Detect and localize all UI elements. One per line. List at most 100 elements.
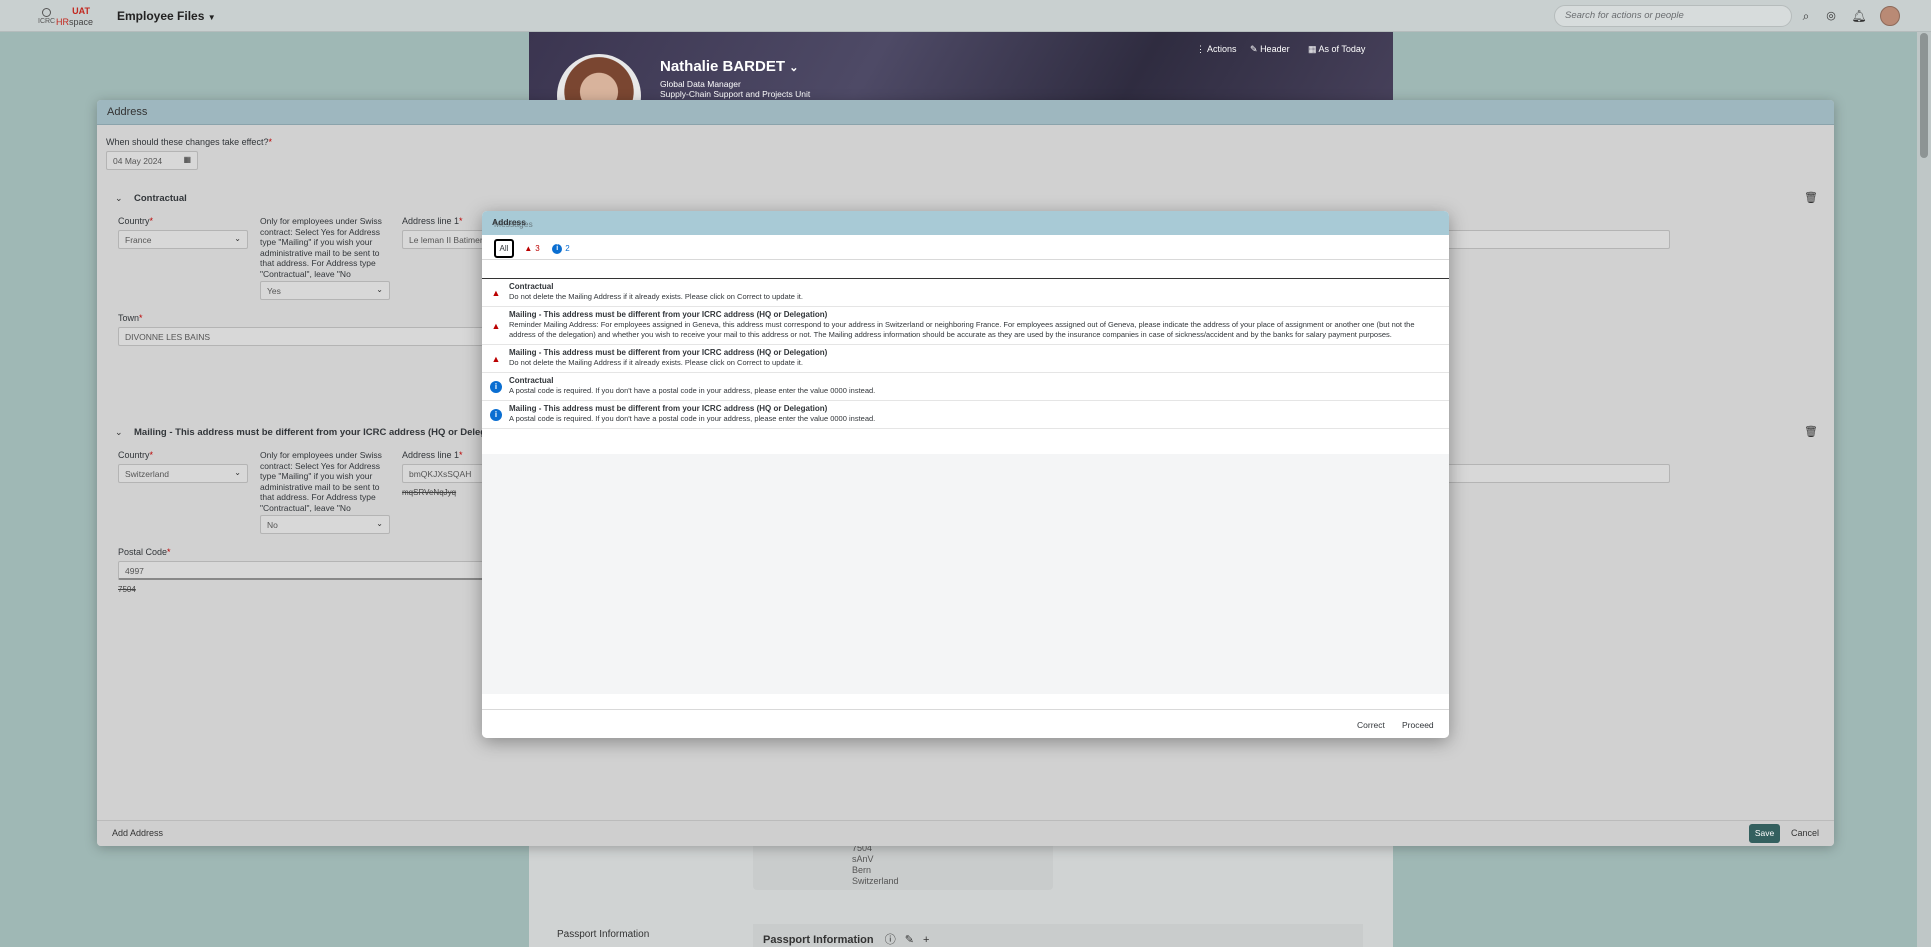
app-title-menu[interactable]: Employee Files ▼ <box>117 9 216 23</box>
info-icon: i <box>552 243 563 254</box>
address-line-1-label: Address line 1* <box>402 450 463 460</box>
filter-all-button[interactable]: All <box>494 239 514 258</box>
info-count: 2 <box>565 244 570 253</box>
message-description: Do not delete the Mailing Address if it … <box>509 358 803 367</box>
address-field-right[interactable] <box>1447 230 1670 249</box>
pencil-icon[interactable]: ✎ <box>905 934 914 946</box>
profile-job-title: Global Data Manager <box>660 79 741 89</box>
message-title: Mailing - This address must be different… <box>509 348 828 357</box>
country-select[interactable]: France ⌄ <box>118 230 248 249</box>
app-title: Employee Files <box>117 9 205 23</box>
message-item[interactable]: i Contractual A postal code is required.… <box>482 373 1449 401</box>
filter-all-label: All <box>499 244 509 253</box>
add-address-button[interactable]: Add Address <box>112 828 163 838</box>
logo-hrspace-text: HRspace <box>56 17 94 27</box>
tasks-check-icon[interactable]: ◎ <box>1823 8 1839 24</box>
messages-dialog: Messages All ▲ 3 i2 Address ▲ Contractual… <box>482 211 1449 738</box>
message-list: ▲ Contractual Do not delete the Mailing … <box>482 279 1449 429</box>
env-badge: UAT <box>72 6 90 16</box>
header-button[interactable]: ✎ Header <box>1250 44 1290 55</box>
global-search-input[interactable]: Search for actions or people <box>1554 5 1792 27</box>
profile-unit: Supply-Chain Support and Projects Unit <box>660 89 811 99</box>
info-icon: i <box>490 380 502 393</box>
filter-error-button[interactable]: ▲ 3 <box>520 239 544 258</box>
actions-button[interactable]: ⋮ Actions <box>1196 44 1237 55</box>
messages-dialog-header <box>482 211 1449 235</box>
message-description: A postal code is required. If you don't … <box>509 386 876 395</box>
pencil-icon: ✎ <box>1250 44 1258 54</box>
address-dialog-title: Address <box>107 106 148 118</box>
calendar-icon[interactable]: ▦ <box>183 155 191 164</box>
search-icon[interactable]: ⌕ <box>1798 8 1814 24</box>
filter-info-button[interactable]: i2 <box>551 239 571 258</box>
town-label: Town* <box>118 313 143 323</box>
message-item[interactable]: ▲ Contractual Do not delete the Mailing … <box>482 279 1449 307</box>
profile-name[interactable]: Nathalie BARDET ⌄ <box>660 58 798 75</box>
chevron-down-icon: ⌄ <box>234 234 241 243</box>
address-line: Bern <box>852 865 872 875</box>
as-of-today-button[interactable]: ▦ As of Today <box>1308 44 1365 55</box>
save-button[interactable]: Save <box>1749 824 1780 843</box>
message-item[interactable]: ▲ Mailing - This address must be differe… <box>482 307 1449 345</box>
bell-icon[interactable]: 🔔︎ <box>1851 8 1867 24</box>
effective-date-input[interactable]: 04 May 2024 ▦ <box>106 151 198 170</box>
delete-trash-icon[interactable]: 🗑︎ <box>1804 425 1818 438</box>
chevron-down-icon: ⌄ <box>376 285 383 294</box>
postal-code-input[interactable]: 4997 <box>118 561 493 580</box>
chevron-down-icon[interactable]: ⌄ <box>115 427 123 438</box>
message-title: Contractual <box>509 376 554 385</box>
previous-value: mqSRVeNqJyq <box>402 488 457 497</box>
message-group-header <box>482 261 1449 279</box>
caret-down-icon: ▼ <box>207 13 216 22</box>
swiss-mail-select[interactable]: Yes ⌄ <box>260 281 390 300</box>
cancel-button[interactable]: Cancel <box>1791 828 1819 838</box>
message-item[interactable]: i Mailing - This address must be differe… <box>482 401 1449 429</box>
effective-date-label: When should these changes take effect?* <box>106 137 272 147</box>
country-label: Country* <box>118 216 154 226</box>
message-group-label: Address <box>492 217 527 227</box>
message-title: Contractual <box>509 282 554 291</box>
chevron-down-icon: ⌄ <box>234 468 241 477</box>
message-title: Mailing - This address must be different… <box>509 404 828 413</box>
address-field-right[interactable] <box>1447 464 1670 483</box>
error-triangle-icon: ▲ <box>491 353 501 364</box>
town-input[interactable]: DIVONNE LES BAINS <box>118 327 493 346</box>
chevron-down-icon: ⌄ <box>789 62 799 74</box>
address-line-1-input[interactable]: Le leman II Batiment <box>402 230 492 249</box>
address-line-1-label: Address line 1* <box>402 216 463 226</box>
plus-icon[interactable]: + <box>923 934 929 946</box>
warning-triangle-icon: ▲ <box>524 244 533 253</box>
passport-title: Passport Information ⓘ ✎ + <box>763 934 930 946</box>
company-logo[interactable]: UAT ICRC HRspace <box>38 6 94 28</box>
correct-button[interactable]: Correct <box>1357 720 1385 730</box>
country-label: Country* <box>118 450 154 460</box>
user-avatar[interactable] <box>1880 6 1900 26</box>
passport-side-label: Passport Information <box>557 929 650 940</box>
message-description: Reminder Mailing Address: For employees … <box>509 320 1415 339</box>
previous-value: 7504 <box>118 585 136 594</box>
chevron-down-icon[interactable]: ⌄ <box>115 193 123 204</box>
proceed-button[interactable]: Proceed <box>1402 720 1434 730</box>
address-line-1-input[interactable]: bmQKJXsSQAH <box>402 464 492 483</box>
message-description: A postal code is required. If you don't … <box>509 414 876 423</box>
address-dialog-footer <box>97 820 1834 846</box>
message-description: Do not delete the Mailing Address if it … <box>509 292 803 301</box>
swiss-contract-note: Only for employees under Swiss contract:… <box>260 216 382 289</box>
scrollbar-track[interactable] <box>1917 32 1931 947</box>
error-triangle-icon: ▲ <box>491 287 501 298</box>
contractual-section-title: Contractual <box>134 193 187 204</box>
message-item[interactable]: ▲ Mailing - This address must be differe… <box>482 345 1449 373</box>
icrc-logo-icon <box>42 8 51 17</box>
scrollbar-thumb[interactable] <box>1920 33 1928 158</box>
country-select[interactable]: Switzerland ⌄ <box>118 464 248 483</box>
more-vertical-icon: ⋮ <box>1196 44 1205 54</box>
error-triangle-icon: ▲ <box>491 320 501 331</box>
delete-trash-icon[interactable]: 🗑︎ <box>1804 191 1818 204</box>
swiss-mail-select[interactable]: No ⌄ <box>260 515 390 534</box>
swiss-contract-note: Only for employees under Swiss contract:… <box>260 450 382 523</box>
message-list-empty-area <box>482 454 1449 694</box>
message-title: Mailing - This address must be different… <box>509 310 828 319</box>
mailing-section-title: Mailing - This address must be different… <box>134 427 512 438</box>
postal-code-label: Postal Code* <box>118 547 171 557</box>
help-icon[interactable]: ⓘ <box>885 934 896 946</box>
